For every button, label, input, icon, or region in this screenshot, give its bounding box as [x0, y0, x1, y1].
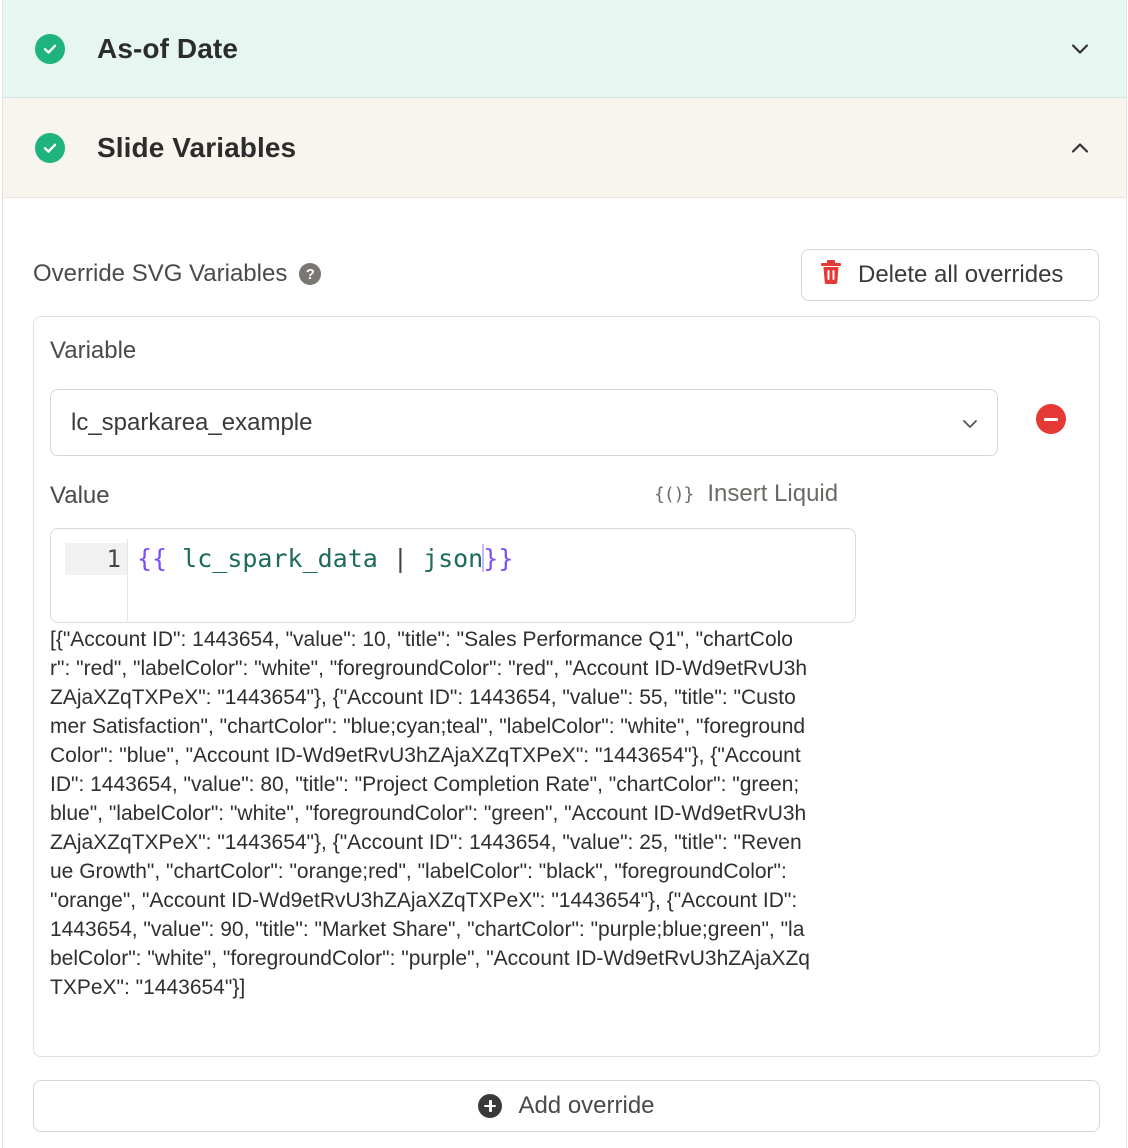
- chevron-down-icon: [961, 412, 979, 440]
- insert-liquid-label: Insert Liquid: [707, 480, 839, 507]
- liquid-braces-icon: {()}: [654, 483, 694, 505]
- liquid-pipe: |: [392, 544, 408, 573]
- variable-select[interactable]: lc_sparkarea_example: [50, 389, 998, 456]
- minus-icon: [1044, 417, 1058, 421]
- chevron-up-icon[interactable]: [1068, 136, 1092, 160]
- variables-panel: As-of Date Slide Variables Override SVG …: [2, 0, 1127, 1148]
- override-svg-variables-label: Override SVG Variables ?: [33, 260, 322, 288]
- add-override-button[interactable]: Add override: [33, 1080, 1100, 1132]
- override-card: Variable lc_sparkarea_example Value {()}…: [33, 316, 1100, 1057]
- liquid-filter: json: [423, 544, 484, 573]
- variable-label: Variable: [50, 337, 137, 364]
- liquid-close-brace: }: [483, 544, 499, 573]
- remove-override-button[interactable]: [1036, 404, 1066, 434]
- section-title-slide-variables: Slide Variables: [97, 131, 297, 163]
- delete-all-overrides-label: Delete all overrides: [858, 261, 1064, 288]
- plus-circle-icon: [478, 1094, 503, 1118]
- variable-select-value: lc_sparkarea_example: [71, 408, 313, 436]
- chevron-down-icon[interactable]: [1068, 37, 1092, 61]
- check-circle-icon: [35, 33, 65, 64]
- editor-gutter-divider: [127, 539, 128, 621]
- delete-all-overrides-button[interactable]: Delete all overrides: [801, 249, 1099, 301]
- insert-liquid-button[interactable]: {()} Insert Liquid: [654, 480, 838, 508]
- trash-icon: [820, 259, 842, 292]
- section-title-asof-date: As-of Date: [97, 32, 239, 64]
- value-code-editor[interactable]: 1 {{ lc_spark_data | json}}: [50, 528, 856, 623]
- liquid-variable: lc_spark_data: [182, 544, 378, 573]
- liquid-close-brace: }: [498, 544, 514, 573]
- value-label: Value: [50, 482, 110, 509]
- editor-code-line: {{ lc_spark_data | json}}: [137, 543, 513, 575]
- check-circle-icon: [35, 132, 65, 163]
- add-override-label: Add override: [518, 1092, 655, 1119]
- help-icon[interactable]: ?: [299, 263, 322, 285]
- override-label-text: Override SVG Variables: [33, 260, 288, 287]
- value-preview-text: [{"Account ID": 1443654, "value": 10, "t…: [50, 628, 810, 999]
- line-number: 1: [106, 545, 121, 573]
- liquid-open-brace: {{: [137, 544, 168, 573]
- section-header-slide-variables[interactable]: Slide Variables: [3, 98, 1126, 198]
- section-header-asof-date[interactable]: As-of Date: [3, 0, 1126, 98]
